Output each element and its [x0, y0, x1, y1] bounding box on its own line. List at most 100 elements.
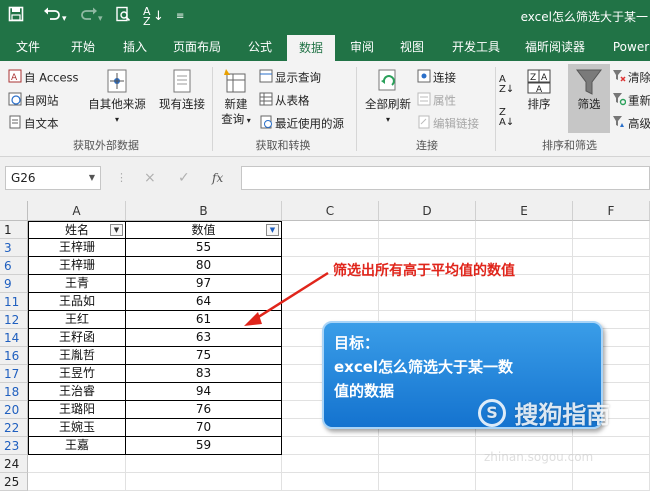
value-cell[interactable]: 94	[126, 383, 282, 401]
save-icon[interactable]	[8, 6, 24, 27]
value-cell[interactable]: 70	[126, 419, 282, 437]
name-cell[interactable]: 王胤哲	[28, 347, 126, 365]
advanced-filter-button[interactable]: 高级	[612, 115, 650, 133]
sort-az-icon[interactable]: AZ	[143, 6, 151, 27]
from-other-sources-button[interactable]: 自其他来源 ▾	[86, 67, 148, 127]
row-header[interactable]: 17	[0, 365, 28, 383]
value-cell[interactable]: 63	[126, 329, 282, 347]
row-header[interactable]: 24	[0, 455, 28, 473]
empty-cell[interactable]	[573, 293, 650, 311]
value-cell[interactable]: 76	[126, 401, 282, 419]
tab-data[interactable]: 数据	[287, 35, 335, 61]
name-cell[interactable]: 王籽函	[28, 329, 126, 347]
tab-page-layout[interactable]: 页面布局	[168, 33, 226, 61]
formula-input[interactable]	[241, 166, 650, 190]
empty-cell[interactable]	[282, 293, 379, 311]
new-query-button[interactable]: 新建 查询 ▾	[215, 67, 257, 128]
empty-cell[interactable]	[573, 275, 650, 293]
name-cell[interactable]: 王治睿	[28, 383, 126, 401]
refresh-all-button[interactable]: 全部刷新 ▾	[360, 67, 416, 127]
value-cell[interactable]: 61	[126, 311, 282, 329]
tab-view[interactable]: 视图	[392, 33, 432, 61]
empty-cell[interactable]	[282, 221, 379, 239]
empty-cell[interactable]	[573, 239, 650, 257]
tab-file[interactable]: 文件	[6, 33, 50, 61]
edit-links-button[interactable]: 编辑链接	[417, 115, 479, 133]
show-queries-button[interactable]: 显示查询	[259, 69, 321, 87]
name-cell[interactable]: 王红	[28, 311, 126, 329]
value-cell[interactable]: 64	[126, 293, 282, 311]
value-cell[interactable]: 55	[126, 239, 282, 257]
sort-ascending-button[interactable]: A Z↓	[499, 75, 514, 95]
row-header[interactable]: 22	[0, 419, 28, 437]
from-web-button[interactable]: 自网站	[8, 92, 59, 110]
row-header[interactable]: 11	[0, 293, 28, 311]
empty-cell[interactable]	[476, 221, 573, 239]
column-header-e[interactable]: E	[476, 201, 573, 221]
empty-cell[interactable]	[573, 221, 650, 239]
tab-foxit-reader[interactable]: 福昕阅读器	[518, 33, 592, 61]
empty-cell[interactable]	[28, 455, 126, 473]
empty-cell[interactable]	[28, 473, 126, 491]
cancel-icon[interactable]: ×	[144, 171, 156, 185]
row-header[interactable]: 3	[0, 239, 28, 257]
undo-dropdown-icon[interactable]: ▾	[62, 9, 67, 29]
row-header[interactable]: 18	[0, 383, 28, 401]
empty-cell[interactable]	[282, 437, 379, 455]
name-cell[interactable]: 王品如	[28, 293, 126, 311]
name-cell[interactable]: 王青	[28, 275, 126, 293]
header-cell-name[interactable]: 姓名 ▼	[28, 221, 126, 239]
empty-cell[interactable]	[573, 473, 650, 491]
redo-dropdown-icon[interactable]: ▾	[98, 9, 103, 29]
sort-button[interactable]: ZAA 排序	[522, 67, 556, 112]
empty-cell[interactable]	[573, 257, 650, 275]
empty-cell[interactable]	[379, 293, 476, 311]
recent-sources-button[interactable]: 最近使用的源	[259, 115, 344, 133]
tab-formulas[interactable]: 公式	[238, 33, 282, 61]
name-cell[interactable]: 王梓珊	[28, 239, 126, 257]
filter-button[interactable]: 筛选	[568, 64, 610, 133]
clear-filter-button[interactable]: 清除	[612, 69, 650, 87]
tab-developer[interactable]: 开发工具	[447, 33, 505, 61]
undo-icon[interactable]	[43, 6, 61, 27]
value-cell[interactable]: 59	[126, 437, 282, 455]
empty-cell[interactable]	[379, 221, 476, 239]
chevron-down-icon[interactable]: ▼	[89, 167, 95, 189]
from-table-button[interactable]: 从表格	[259, 92, 310, 110]
name-box[interactable]: G26 ▼	[5, 166, 101, 190]
from-access-button[interactable]: A自 Access	[8, 69, 79, 87]
empty-cell[interactable]	[476, 293, 573, 311]
empty-cell[interactable]	[126, 455, 282, 473]
row-header[interactable]: 23	[0, 437, 28, 455]
empty-cell[interactable]	[476, 239, 573, 257]
value-cell[interactable]: 83	[126, 365, 282, 383]
empty-cell[interactable]	[282, 473, 379, 491]
value-cell[interactable]: 97	[126, 275, 282, 293]
empty-cell[interactable]	[379, 437, 476, 455]
value-cell[interactable]: 80	[126, 257, 282, 275]
header-cell-value[interactable]: 数值 ▼	[126, 221, 282, 239]
row-header[interactable]: 14	[0, 329, 28, 347]
enter-icon[interactable]: ✓	[178, 171, 190, 185]
tab-insert[interactable]: 插入	[113, 33, 157, 61]
reapply-filter-button[interactable]: 重新	[612, 92, 650, 110]
name-cell[interactable]: 王昱竹	[28, 365, 126, 383]
column-header-d[interactable]: D	[379, 201, 476, 221]
from-text-button[interactable]: 自文本	[8, 115, 59, 133]
existing-connections-button[interactable]: 现有连接	[155, 67, 209, 112]
row-header[interactable]: 9	[0, 275, 28, 293]
empty-cell[interactable]	[476, 473, 573, 491]
filter-dropdown-icon[interactable]: ▼	[110, 224, 123, 236]
empty-cell[interactable]	[282, 239, 379, 257]
empty-cell[interactable]	[126, 473, 282, 491]
empty-cell[interactable]	[379, 239, 476, 257]
empty-cell[interactable]	[379, 455, 476, 473]
select-all-corner[interactable]	[0, 201, 28, 221]
row-header[interactable]: 1	[0, 221, 28, 239]
value-cell[interactable]: 75	[126, 347, 282, 365]
column-header-f[interactable]: F	[573, 201, 650, 221]
print-preview-icon[interactable]	[115, 6, 131, 27]
row-header[interactable]: 20	[0, 401, 28, 419]
row-header[interactable]: 6	[0, 257, 28, 275]
row-header[interactable]: 12	[0, 311, 28, 329]
